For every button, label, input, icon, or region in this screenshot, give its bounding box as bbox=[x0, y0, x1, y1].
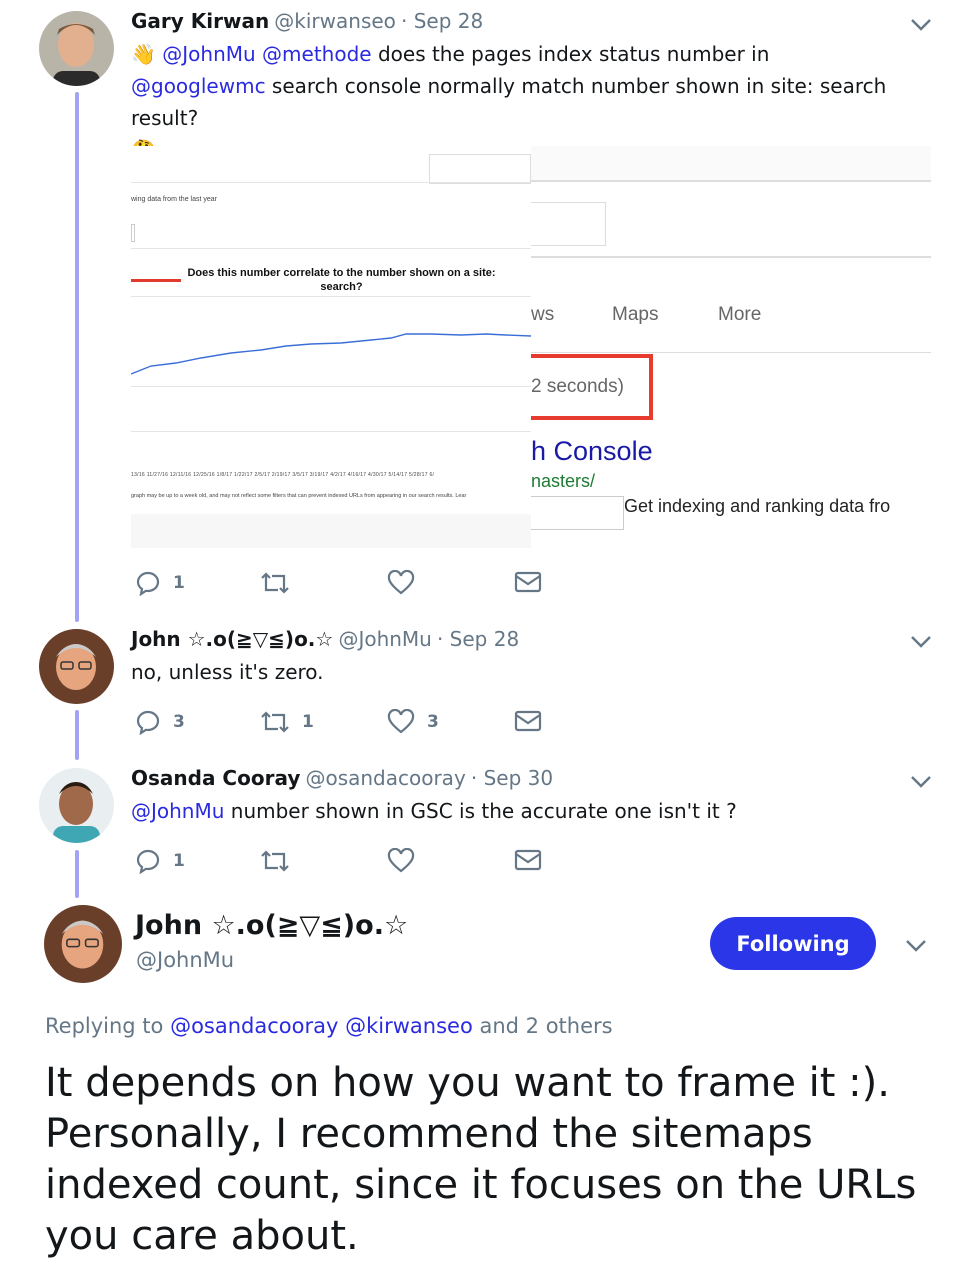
envelope-icon bbox=[514, 710, 542, 732]
heart-icon bbox=[387, 848, 415, 873]
tab-more: More bbox=[718, 304, 762, 325]
author-name[interactable]: Gary Kirwan bbox=[131, 9, 269, 33]
retweet-button[interactable]: 1 bbox=[260, 709, 314, 735]
avatar[interactable] bbox=[39, 768, 114, 843]
thread-line bbox=[75, 850, 79, 898]
dm-button[interactable] bbox=[514, 570, 542, 594]
retweet-icon bbox=[261, 711, 289, 733]
replying-to: Replying to @osandacooray @kirwanseo and… bbox=[45, 1014, 613, 1038]
wave-emoji: 👋 bbox=[131, 42, 156, 66]
search-results: ws Maps More 2 seconds) h Console naster… bbox=[531, 146, 931, 548]
chart-caption: wing data from the last year bbox=[131, 196, 217, 203]
reply-count: 3 bbox=[173, 712, 185, 732]
tweet-actions: 3 1 3 bbox=[135, 709, 545, 739]
tweet-image[interactable]: wing data from the last year Does this n… bbox=[131, 146, 931, 548]
author-handle[interactable]: @JohnMu bbox=[338, 627, 431, 651]
tweet-date[interactable]: · Sep 30 bbox=[471, 766, 553, 790]
chevron-down-icon[interactable] bbox=[910, 635, 932, 649]
author-handle[interactable]: @kirwanseo bbox=[274, 9, 396, 33]
envelope-icon bbox=[514, 849, 542, 871]
tweet-actions: 1 bbox=[135, 848, 545, 878]
mention-link[interactable]: @googlewmc bbox=[131, 74, 266, 98]
mention-link[interactable]: @JohnMu bbox=[162, 42, 255, 66]
dm-button[interactable] bbox=[514, 709, 542, 733]
heart-icon bbox=[387, 570, 415, 595]
replying-prefix: Replying to bbox=[45, 1014, 171, 1038]
avatar[interactable] bbox=[39, 11, 114, 86]
like-button[interactable] bbox=[387, 570, 427, 596]
tweet-actions: 1 bbox=[135, 570, 545, 600]
date-axis: 13/16 11/27/16 12/11/16 12/25/16 1/8/17 … bbox=[131, 472, 435, 478]
heart-icon bbox=[387, 709, 415, 734]
tweet-text-part: number shown in GSC is the accurate one … bbox=[224, 799, 737, 823]
result-title: h Console bbox=[531, 436, 653, 466]
mention-link[interactable]: @kirwanseo bbox=[338, 1014, 473, 1038]
retweet-button[interactable] bbox=[260, 848, 302, 874]
author-name[interactable]: John ☆.o(≧▽≦)o.☆ bbox=[135, 910, 408, 941]
tweet-text: no, unless it's zero. bbox=[131, 660, 324, 684]
retweet-button[interactable] bbox=[260, 570, 302, 596]
retweet-icon bbox=[261, 572, 289, 594]
author-name[interactable]: John ☆.o(≧▽≦)o.☆ bbox=[131, 627, 333, 651]
reply-button[interactable]: 3 bbox=[135, 709, 185, 735]
tweet-text: @JohnMu number shown in GSC is the accur… bbox=[131, 795, 936, 827]
like-count: 3 bbox=[427, 712, 439, 732]
trend-line bbox=[131, 333, 531, 375]
dm-button[interactable] bbox=[514, 848, 542, 872]
tweet-date[interactable]: · Sep 28 bbox=[437, 627, 519, 651]
thread-line bbox=[75, 710, 79, 760]
chevron-down-icon[interactable] bbox=[905, 939, 927, 953]
author-name[interactable]: Osanda Cooray bbox=[131, 766, 300, 790]
reply-button[interactable]: 1 bbox=[135, 570, 185, 596]
tab-maps: Maps bbox=[612, 304, 659, 325]
avatar[interactable] bbox=[44, 905, 122, 983]
result-url: nasters/ bbox=[531, 471, 596, 491]
index-status-chart: wing data from the last year Does this n… bbox=[131, 146, 531, 548]
result-stats: 2 seconds) bbox=[531, 376, 624, 397]
reply-button[interactable]: 1 bbox=[135, 848, 185, 874]
tweet-text-part: does the pages index status number in bbox=[371, 42, 770, 66]
chevron-down-icon[interactable] bbox=[910, 18, 932, 32]
replying-suffix[interactable]: and 2 others bbox=[473, 1014, 612, 1038]
like-button[interactable] bbox=[387, 848, 427, 874]
tweet-date[interactable]: · Sep 28 bbox=[401, 9, 483, 33]
result-snippet: Get indexing and ranking data fro bbox=[624, 496, 891, 516]
retweet-count: 1 bbox=[302, 712, 314, 732]
main-tweet-text: It depends on how you want to frame it :… bbox=[45, 1060, 917, 1259]
avatar[interactable] bbox=[39, 629, 114, 704]
mention-link[interactable]: @osandacooray bbox=[170, 1014, 338, 1038]
author-handle[interactable]: @osandacooray bbox=[305, 766, 465, 790]
mention-link[interactable]: @methode bbox=[262, 42, 372, 66]
following-button[interactable]: Following bbox=[710, 917, 876, 970]
reply-icon bbox=[136, 571, 160, 596]
chart-annotation: Does this number correlate to the number… bbox=[187, 267, 496, 293]
mention-link[interactable]: @JohnMu bbox=[131, 799, 224, 823]
reply-icon bbox=[136, 849, 160, 874]
retweet-icon bbox=[261, 850, 289, 872]
envelope-icon bbox=[514, 571, 542, 593]
thread-line bbox=[75, 92, 79, 622]
chart-footnote: graph may be up to a week old, and may n… bbox=[131, 493, 467, 499]
reply-count: 1 bbox=[173, 573, 185, 593]
tab-news: ws bbox=[531, 304, 555, 325]
chevron-down-icon[interactable] bbox=[910, 775, 932, 789]
reply-icon bbox=[136, 710, 160, 735]
reply-count: 1 bbox=[173, 851, 185, 871]
author-handle[interactable]: @JohnMu bbox=[136, 948, 234, 972]
like-button[interactable]: 3 bbox=[387, 709, 439, 735]
